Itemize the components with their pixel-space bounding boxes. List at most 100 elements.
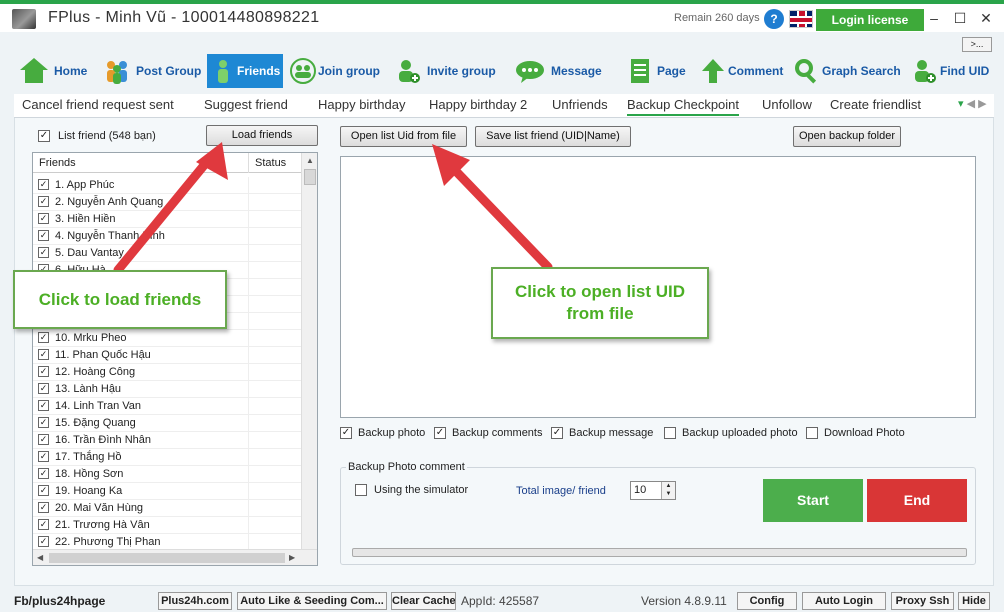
friend-row[interactable]: ✓ 4. Nguyễn Thanh Bình <box>33 228 301 245</box>
friend-row-checkbox[interactable]: ✓ <box>38 247 49 258</box>
friend-row[interactable]: ✓ 19. Hoang Ka <box>33 483 301 500</box>
friend-row-checkbox[interactable]: ✓ <box>38 332 49 343</box>
stepper-arrows-icon[interactable]: ▲ ▼ <box>661 482 675 499</box>
toolbar-invite-group[interactable]: Invite group <box>395 54 496 88</box>
uk-flag-icon[interactable] <box>789 10 813 28</box>
list-friend-checkbox[interactable]: ✓ <box>38 130 50 142</box>
friend-row-checkbox[interactable]: ✓ <box>38 468 49 479</box>
friend-row-checkbox[interactable]: ✓ <box>38 196 49 207</box>
friend-list-vscroll[interactable]: ▲ <box>301 153 317 549</box>
tab-dropdown-icon[interactable]: ▾ <box>958 98 964 110</box>
close-button[interactable]: ✕ <box>978 10 994 27</box>
friend-row[interactable]: ✓ 11. Phan Quốc Hậu <box>33 347 301 364</box>
toolbar-page[interactable]: Page <box>629 54 686 88</box>
toolbar-graph-search[interactable]: Graph Search <box>794 54 901 88</box>
tab-happy-birthday-2[interactable]: Happy birthday 2 <box>429 97 527 112</box>
option-backup-message[interactable]: ✓ Backup message <box>551 427 653 439</box>
friend-row[interactable]: ✓ 3. Hiền Hiền <box>33 211 301 228</box>
col-status-header[interactable]: Status <box>248 153 286 173</box>
tab-unfriends[interactable]: Unfriends <box>552 97 608 112</box>
scroll-left-icon[interactable]: ◀ <box>37 553 43 562</box>
friend-row-checkbox[interactable]: ✓ <box>38 400 49 411</box>
toolbar-join-group[interactable]: Join group <box>288 54 380 88</box>
simulator-option[interactable]: Using the simulator <box>355 484 468 496</box>
backup-uploaded-photo-checkbox[interactable] <box>664 427 676 439</box>
vscroll-thumb[interactable] <box>304 169 316 185</box>
proxy-ssh-button[interactable]: Proxy Ssh <box>891 592 954 610</box>
tab-backup-checkpoint[interactable]: Backup Checkpoint <box>627 97 740 116</box>
tab-unfollow[interactable]: Unfollow <box>762 97 812 112</box>
tab-happy-birthday[interactable]: Happy birthday <box>318 97 405 112</box>
friend-row-checkbox[interactable]: ✓ <box>38 213 49 224</box>
list-friend-toggle[interactable]: ✓ List friend (548 bạn) <box>38 130 156 142</box>
friend-row-checkbox[interactable]: ✓ <box>38 502 49 513</box>
more-button[interactable]: >... <box>962 37 992 52</box>
friend-list-hscroll[interactable]: ◀ ▶ <box>33 549 317 565</box>
clear-cache-button[interactable]: Clear Cache <box>391 592 456 610</box>
friend-row-checkbox[interactable]: ✓ <box>38 230 49 241</box>
maximize-button[interactable]: ☐ <box>952 10 968 27</box>
tab-suggest-friend[interactable]: Suggest friend <box>204 97 288 112</box>
friend-row[interactable]: ✓ 21. Trương Hà Vân <box>33 517 301 534</box>
friend-row[interactable]: ✓ 1. App Phúc <box>33 177 301 194</box>
total-image-stepper[interactable]: 10 ▲ ▼ <box>630 481 676 500</box>
config-button[interactable]: Config <box>737 592 797 610</box>
friend-row[interactable]: ✓ 12. Hoàng Công <box>33 364 301 381</box>
start-button[interactable]: Start <box>763 479 863 522</box>
load-friends-button[interactable]: Load friends <box>206 125 318 146</box>
friend-row-checkbox[interactable]: ✓ <box>38 536 49 547</box>
fb-page-link[interactable]: Fb/plus24hpage <box>14 594 105 608</box>
toolbar-friends[interactable]: Friends <box>207 54 283 88</box>
login-license-button[interactable]: Login license <box>816 9 924 31</box>
friend-row-checkbox[interactable]: ✓ <box>38 451 49 462</box>
friend-row-checkbox[interactable]: ✓ <box>38 179 49 190</box>
friend-row-checkbox[interactable]: ✓ <box>38 519 49 530</box>
toolbar-find-uid[interactable]: Find UID <box>912 54 989 88</box>
backup-comments-checkbox[interactable]: ✓ <box>434 427 446 439</box>
open-backup-folder-button[interactable]: Open backup folder <box>793 126 901 147</box>
simulator-checkbox[interactable] <box>355 484 367 496</box>
option-backup-photo[interactable]: ✓ Backup photo <box>340 427 425 439</box>
open-list-uid-button[interactable]: Open list Uid from file <box>340 126 467 147</box>
backup-message-checkbox[interactable]: ✓ <box>551 427 563 439</box>
toolbar-home[interactable]: Home <box>20 54 87 88</box>
friend-row[interactable]: ✓ 16. Trần Đình Nhân <box>33 432 301 449</box>
friend-row-checkbox[interactable]: ✓ <box>38 434 49 445</box>
friend-row[interactable]: ✓ 13. Lành Hậu <box>33 381 301 398</box>
download-photo-checkbox[interactable] <box>806 427 818 439</box>
friend-row-checkbox[interactable]: ✓ <box>38 349 49 360</box>
plus24h-button[interactable]: Plus24h.com <box>158 592 232 610</box>
friend-row[interactable]: ✓ 2. Nguyễn Anh Quang <box>33 194 301 211</box>
save-list-friend-button[interactable]: Save list friend (UID|Name) <box>475 126 631 147</box>
toolbar-message[interactable]: Message <box>515 54 602 88</box>
end-button[interactable]: End <box>867 479 967 522</box>
option-backup-comments[interactable]: ✓ Backup comments <box>434 427 542 439</box>
tab-cancel-friend-request[interactable]: Cancel friend request sent <box>22 97 174 112</box>
friend-row[interactable]: ✓ 5. Dau Vantay <box>33 245 301 262</box>
toolbar-comment[interactable]: Comment <box>702 54 783 88</box>
hide-button[interactable]: Hide <box>958 592 990 610</box>
option-backup-uploaded-photo[interactable]: Backup uploaded photo <box>664 427 798 439</box>
toolbar-post-group[interactable]: Post Group <box>104 54 201 88</box>
friend-row-checkbox[interactable]: ✓ <box>38 417 49 428</box>
friend-row[interactable]: ✓ 18. Hồng Sơn <box>33 466 301 483</box>
friend-row-checkbox[interactable]: ✓ <box>38 366 49 377</box>
option-download-photo[interactable]: Download Photo <box>806 427 905 439</box>
friend-row[interactable]: ✓ 20. Mai Văn Hùng <box>33 500 301 517</box>
backup-photo-checkbox[interactable]: ✓ <box>340 427 352 439</box>
friend-row-checkbox[interactable]: ✓ <box>38 383 49 394</box>
help-icon[interactable]: ? <box>764 9 784 29</box>
friend-row[interactable]: ✓ 15. Đặng Quang <box>33 415 301 432</box>
friend-row-checkbox[interactable]: ✓ <box>38 485 49 496</box>
friend-row[interactable]: ✓ 17. Thắng Hồ <box>33 449 301 466</box>
col-friends-header[interactable]: Friends <box>39 157 76 169</box>
friend-row[interactable]: ✓ 10. Mrku Pheo <box>33 330 301 347</box>
auto-like-seeding-button[interactable]: Auto Like & Seeding Com... <box>237 592 387 610</box>
tab-scroll-arrows[interactable]: ▾ ◀ ▶ <box>958 97 987 110</box>
friend-row[interactable]: ✓ 14. Linh Tran Van <box>33 398 301 415</box>
minimize-button[interactable]: – <box>926 10 942 26</box>
tab-create-friendlist[interactable]: Create friendlist <box>830 97 921 112</box>
scroll-right-icon[interactable]: ▶ <box>289 553 295 562</box>
scroll-up-icon[interactable]: ▲ <box>306 156 314 165</box>
auto-login-button[interactable]: Auto Login <box>802 592 886 610</box>
